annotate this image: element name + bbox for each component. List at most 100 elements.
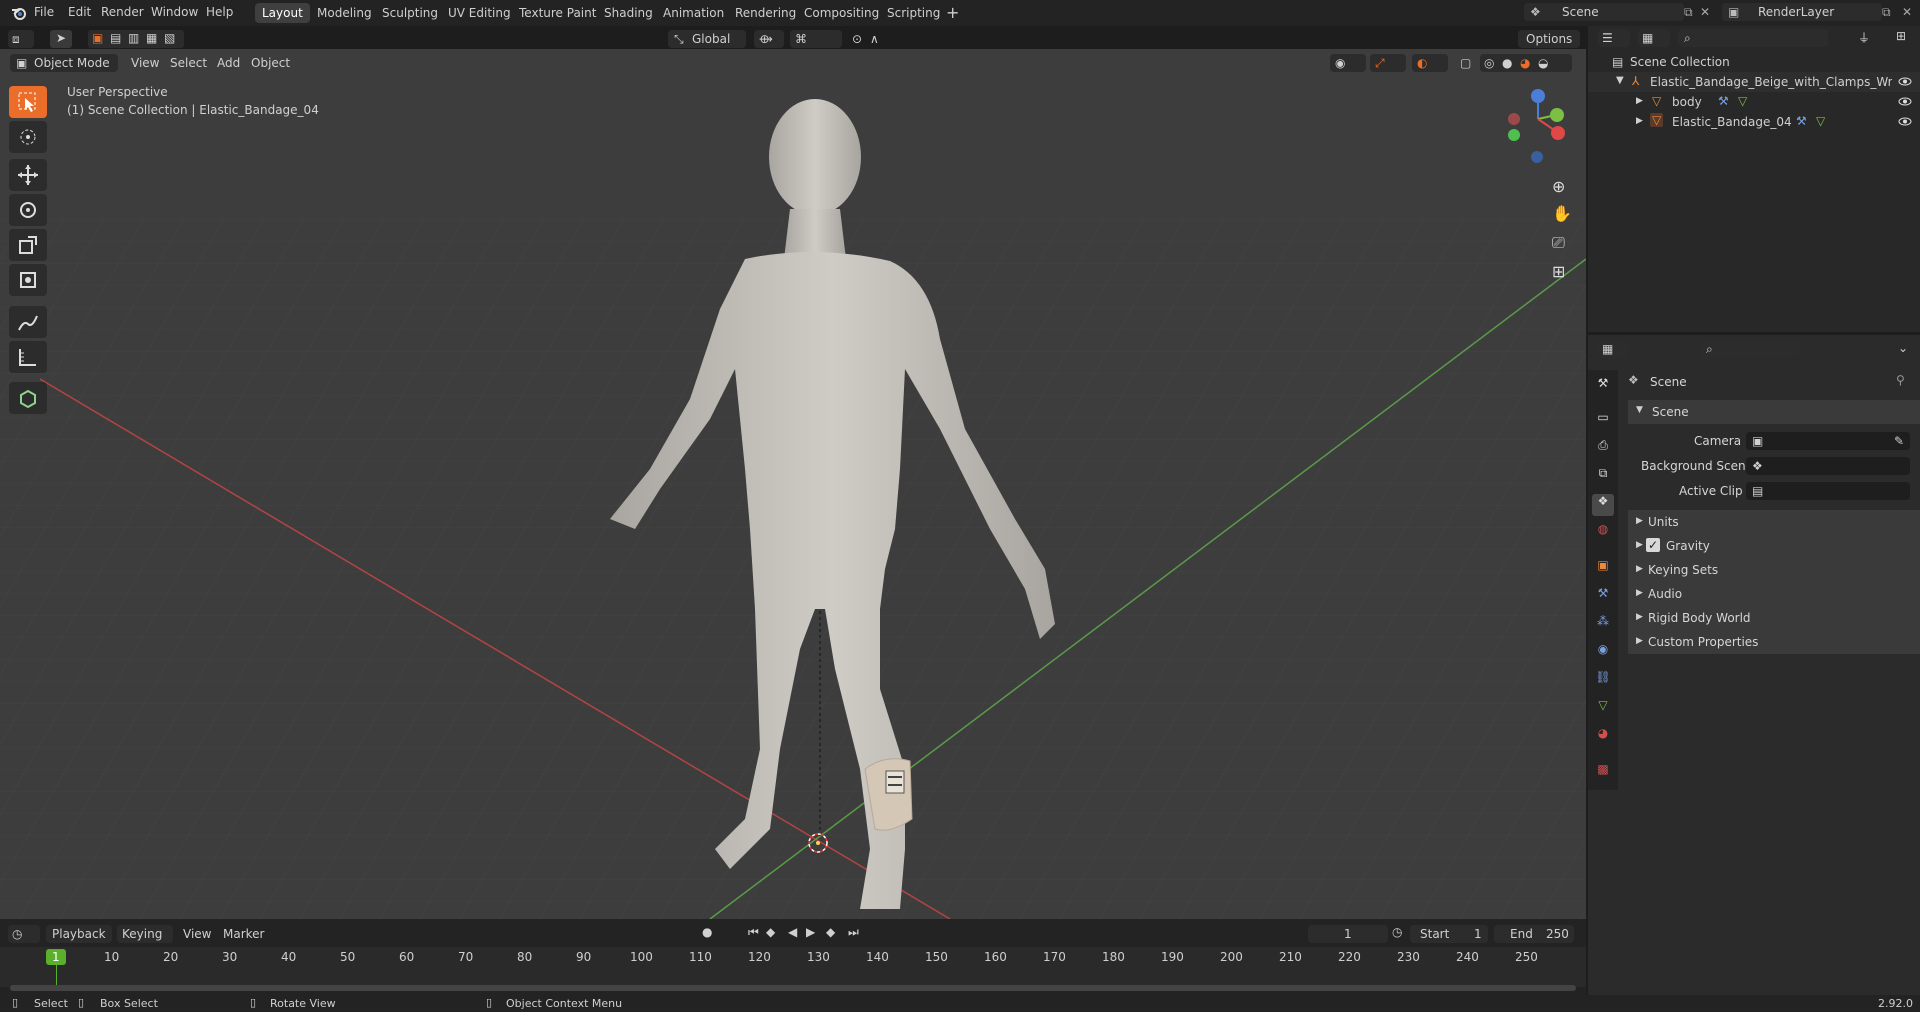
tab-compositing[interactable]: Compositing [797,3,886,23]
units-panel[interactable]: ▶ Units [1628,510,1920,534]
active-clip-field[interactable]: ▤ [1746,482,1910,500]
start-frame-field[interactable]: Start 1 [1410,925,1488,943]
intersect-selection-icon[interactable]: ▧ [164,31,175,45]
scene-tab-icon[interactable]: ❖ [1592,494,1614,516]
tab-sculpting[interactable]: Sculpting [375,3,445,23]
material-tab-icon[interactable]: ◕ [1592,726,1614,748]
object-tab-icon[interactable]: ▣ [1592,558,1614,580]
falloff-icon[interactable]: ∧ [870,32,879,46]
menu-file[interactable]: File [34,5,54,19]
modifier-wrench-icon[interactable]: ⚒ [1718,94,1729,108]
outliner-search[interactable]: ⌕ [1678,29,1828,47]
options-chevron-down-icon[interactable]: ⌄ [1898,341,1908,355]
jump-start-icon[interactable]: ⏮ [748,925,759,940]
gravity-checkbox[interactable]: ✓ [1646,538,1660,552]
new-selection-icon[interactable]: ▣ [92,31,103,45]
proportional-edit-icon[interactable]: ⊙ [852,32,862,46]
end-frame-field[interactable]: End 250 [1494,925,1574,943]
jump-end-icon[interactable]: ⏭ [848,925,859,940]
annotate-tool[interactable] [9,306,47,338]
invert-selection-icon[interactable]: ▦ [146,31,157,45]
pin-icon[interactable]: ⚲ [1896,373,1905,387]
pivot-point-dropdown[interactable]: ⟴ [754,30,784,48]
xray-toggle-icon[interactable]: ▢ [1460,56,1471,70]
constraints-tab-icon[interactable]: ⛓ [1592,670,1614,692]
move-tool[interactable] [9,159,47,191]
eye-icon[interactable] [1898,117,1912,126]
subtract-selection-icon[interactable]: ▥ [128,31,139,45]
preview-range-icon[interactable]: ◷ [1392,925,1402,939]
background-scene-field[interactable]: ❖ [1746,457,1910,475]
scale-tool[interactable] [9,229,47,261]
scene-panel-header[interactable]: ▼ Scene [1628,400,1920,424]
properties-search[interactable]: ⌕ [1700,340,1800,358]
close-render-layer-icon[interactable]: ✕ [1902,3,1912,21]
tool-tab-icon[interactable]: ⚒ [1592,376,1614,398]
rigid-body-world-panel[interactable]: ▶ Rigid Body World [1628,606,1920,630]
viewport-menu-view[interactable]: View [131,56,159,70]
outliner-row-body[interactable]: ▶ ▽ body ⚒ ▽ [1588,92,1920,112]
perspective-grid-icon[interactable]: ⊞ [1552,262,1565,281]
cursor-tool[interactable] [9,121,47,153]
keying-sets-panel[interactable]: ▶ Keying Sets [1628,558,1920,582]
zoom-icon[interactable]: ⊕ [1552,177,1565,196]
timeline-menu-view[interactable]: View [183,927,211,941]
transform-orientation-dropdown[interactable]: ⤡ Global [668,30,746,48]
modifier-tab-icon[interactable]: ⚒ [1592,586,1614,608]
camera-field[interactable]: ▣ ✎ [1746,432,1910,450]
physics-tab-icon[interactable]: ◉ [1592,642,1614,664]
play-reverse-icon[interactable]: ◀ [788,925,797,939]
outliner-row-parent-object[interactable]: ▼ ⅄ Elastic_Bandage_Beige_with_Clamps_Wr… [1588,72,1920,92]
menu-edit[interactable]: Edit [68,5,91,19]
outliner-editor-type[interactable]: ☰ [1598,29,1630,47]
menu-render[interactable]: Render [101,5,144,19]
render-layer-selector[interactable]: ▣ RenderLayer ⧉ ✕ [1722,3,1912,21]
tab-modeling[interactable]: Modeling [310,3,379,23]
outliner-row-bandage[interactable]: ▶ ▽ Elastic_Bandage_04 ⚒ ▽ [1588,112,1920,132]
scene-selector[interactable]: ❖ Scene ⧉ ✕ [1524,3,1710,21]
tab-uv-editing[interactable]: UV Editing [441,3,518,23]
add-workspace-icon[interactable]: + [946,3,959,22]
mesh-data-icon[interactable]: ▽ [1816,114,1825,128]
view-layer-tab-icon[interactable]: ⧉ [1592,466,1614,488]
timeline-scrollbar[interactable] [10,985,1576,991]
tab-rendering[interactable]: Rendering [728,3,803,23]
add-cube-tool[interactable] [9,382,47,414]
expand-arrow-icon[interactable]: ▼ [1616,75,1624,86]
shading-mode-group[interactable]: ◎ ● ◕ ◒ [1480,54,1572,72]
record-icon[interactable]: ● [702,925,712,939]
render-tab-icon[interactable]: ▭ [1592,410,1614,432]
menu-window[interactable]: Window [151,5,198,19]
tab-texture-paint[interactable]: Texture Paint [512,3,603,23]
mesh-data-icon[interactable]: ▽ [1738,94,1747,108]
output-tab-icon[interactable]: ⎙ [1592,438,1614,460]
copy-render-layer-icon[interactable]: ⧉ [1882,3,1891,21]
timeline-editor-type[interactable]: ◷ [8,925,40,943]
solid-shading-icon[interactable]: ● [1502,54,1512,72]
gravity-panel[interactable]: ▶ ✓ Gravity [1628,534,1920,558]
tab-animation[interactable]: Animation [656,3,731,23]
rotate-tool[interactable] [9,194,47,226]
3d-viewport[interactable]: User Perspective (1) Scene Collection | … [0,49,1586,919]
eye-icon[interactable] [1898,77,1912,86]
overlay-dropdown[interactable]: ◐ [1412,54,1448,72]
modifier-wrench-icon[interactable]: ⚒ [1796,114,1807,128]
snap-toggle[interactable]: ⌘ [790,30,842,48]
viewport-menu-object[interactable]: Object [251,56,290,70]
camera-view-icon[interactable]: ⎚ [1552,233,1565,253]
outliner-display-mode[interactable]: ▦ [1638,29,1670,47]
measure-tool[interactable] [9,341,47,373]
material-shading-icon[interactable]: ◕ [1520,54,1530,72]
rendered-shading-icon[interactable]: ◒ [1538,54,1548,72]
tab-scripting[interactable]: Scripting [880,3,947,23]
world-tab-icon[interactable]: ◍ [1592,522,1614,544]
keying-dropdown[interactable]: Keying [117,925,173,943]
blender-logo-icon[interactable] [10,4,28,22]
wireframe-shading-icon[interactable]: ◎ [1484,54,1494,72]
new-collection-icon[interactable]: ⊞ [1896,29,1906,43]
close-scene-icon[interactable]: ✕ [1700,3,1710,21]
tab-shading[interactable]: Shading [597,3,660,23]
copy-scene-icon[interactable]: ⧉ [1684,3,1693,21]
custom-properties-panel[interactable]: ▶ Custom Properties [1628,630,1920,654]
particles-tab-icon[interactable]: ⁂ [1592,614,1614,636]
